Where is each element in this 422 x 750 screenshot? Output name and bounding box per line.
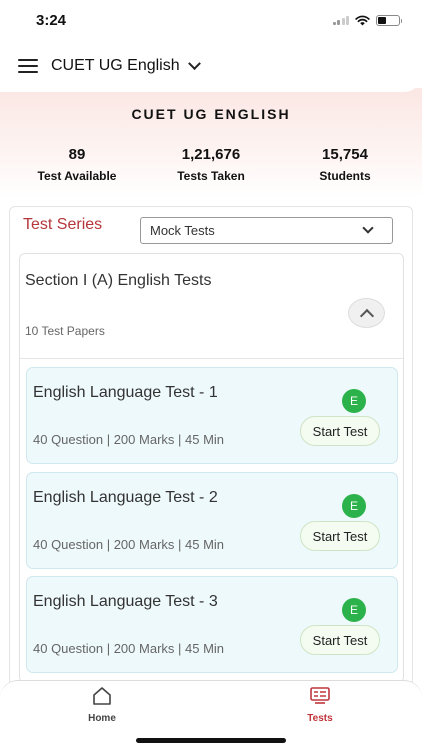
test-card[interactable]: English Language Test - 1 40 Question | …: [26, 367, 398, 464]
test-card[interactable]: English Language Test - 2 40 Question | …: [26, 472, 398, 569]
stat-label: Tests Taken: [177, 169, 245, 183]
test-title: English Language Test - 1: [33, 384, 218, 401]
battery-icon: [376, 14, 402, 26]
start-test-button[interactable]: Start Test: [300, 521, 380, 551]
series-label: Test Series: [23, 216, 103, 233]
stat-value: 15,754: [322, 146, 368, 163]
section-title: Section I (A) English Tests: [25, 272, 212, 289]
collapse-section-button[interactable]: [348, 298, 385, 328]
test-series-card: Test Series Mock Tests Section I (A) Eng…: [9, 206, 413, 686]
chevron-down-icon[interactable]: [187, 56, 201, 70]
nav-tests[interactable]: Tests: [285, 686, 355, 724]
language-badge: E: [342, 389, 366, 413]
series-select[interactable]: Mock Tests: [140, 217, 393, 244]
home-indicator: [136, 738, 286, 743]
wifi-icon: [355, 15, 370, 25]
course-hero: CUET UG ENGLISH 89 Test Available 1,21,6…: [0, 88, 422, 198]
language-badge: E: [342, 494, 366, 518]
status-icons: [332, 14, 402, 26]
stat-label: Students: [319, 169, 371, 183]
stat-value: 1,21,676: [181, 146, 241, 163]
stat-students: 15,754 Students: [285, 146, 405, 183]
home-icon: [93, 687, 111, 705]
start-test-button[interactable]: Start Test: [300, 625, 380, 655]
chevron-down-icon: [362, 222, 374, 234]
nav-home[interactable]: Home: [67, 686, 137, 724]
section-panel: Section I (A) English Tests 10 Test Pape…: [19, 253, 404, 683]
stat-tests-available: 89 Test Available: [17, 146, 137, 183]
course-title[interactable]: CUET UG English: [51, 57, 180, 75]
test-meta: 40 Question | 200 Marks | 45 Min: [33, 432, 225, 447]
test-title: English Language Test - 3: [33, 593, 218, 610]
app-header: CUET UG English: [0, 40, 422, 92]
stats-row: 89 Test Available 1,21,676 Tests Taken 1…: [0, 146, 422, 183]
status-bar: 3:24: [0, 0, 422, 40]
stat-tests-taken: 1,21,676 Tests Taken: [151, 146, 271, 183]
test-meta: 40 Question | 200 Marks | 45 Min: [33, 641, 225, 656]
series-row: Test Series Mock Tests: [10, 207, 412, 251]
nav-tests-label: Tests: [307, 713, 333, 724]
hero-title: CUET UG ENGLISH: [131, 106, 291, 122]
signal-icon: [332, 15, 349, 25]
test-title: English Language Test - 2: [33, 489, 218, 506]
stat-label: Test Available: [37, 169, 117, 183]
nav-home-label: Home: [88, 713, 116, 724]
tests-icon: [310, 687, 330, 704]
test-card[interactable]: English Language Test - 3 40 Question | …: [26, 576, 398, 673]
divider: [20, 358, 403, 359]
status-time: 3:24: [36, 11, 67, 29]
start-test-button[interactable]: Start Test: [300, 416, 380, 446]
stat-value: 89: [68, 146, 86, 163]
section-paper-count: 10 Test Papers: [25, 324, 105, 338]
language-badge: E: [342, 598, 366, 622]
menu-icon[interactable]: [18, 59, 38, 73]
series-select-value: Mock Tests: [150, 223, 215, 238]
test-meta: 40 Question | 200 Marks | 45 Min: [33, 537, 225, 552]
